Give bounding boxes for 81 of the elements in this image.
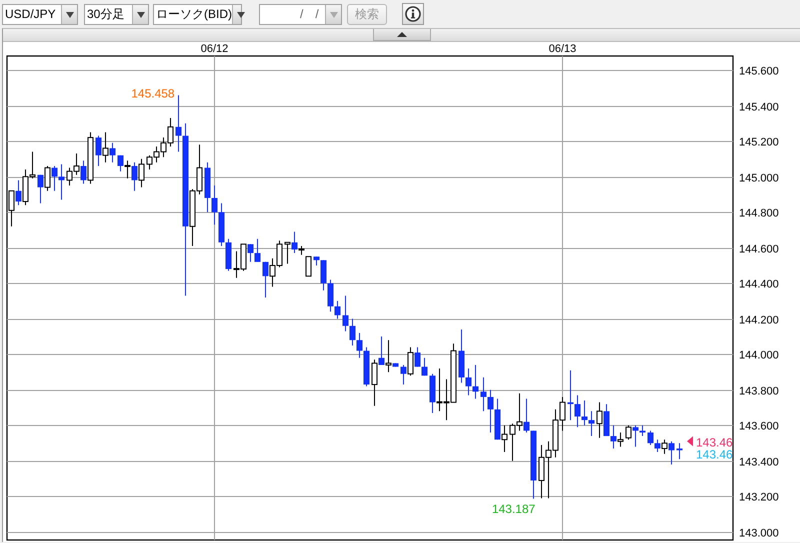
timeframe-select[interactable]: 30分足 [84,4,149,24]
date-axis-label: 06/13 [548,43,576,55]
price-axis-label: 145.000 [739,172,779,184]
candlestick [118,154,124,172]
candlestick [248,244,254,262]
candlestick [38,174,44,204]
candlestick [320,260,326,291]
current-price-label: 143.46 [696,435,733,450]
candlestick [488,389,494,434]
candlestick [632,424,638,448]
price-axis-label: 143.200 [739,492,779,504]
info-button[interactable] [402,3,424,25]
candlestick [328,279,334,312]
candlestick [582,400,588,426]
candlestick [596,402,602,438]
price-axis-label: 143.800 [739,386,779,398]
price-axis-label: 144.400 [739,278,779,290]
candlestick [124,160,130,179]
candlestick [626,424,632,440]
candlestick [96,135,102,166]
candlestick [648,430,654,446]
candlestick [132,162,138,192]
current-price-label: 143.46 [696,447,733,462]
date-axis-label: 06/12 [200,43,228,55]
caret-up-icon [397,32,407,37]
price-axis-label: 143.000 [739,528,779,540]
candlestick [654,439,660,453]
price-axis-label: 144.800 [739,208,779,220]
price-axis-label: 145.200 [739,136,779,148]
candlestick [414,346,420,368]
candlestick [524,398,530,434]
candlestick [386,340,392,373]
candlestick [610,424,616,449]
candlestick [334,300,340,320]
candlestick [212,185,218,226]
candlestick [58,164,64,200]
price-axis-label: 143.400 [739,456,779,468]
candlestick [292,231,298,254]
candlestick [662,439,668,454]
price-axis-label: 145.600 [739,66,779,78]
collapse-button[interactable] [373,29,431,41]
candlestick [480,376,486,412]
candlestick [372,359,378,406]
candlestick [378,336,384,366]
price-annotation: 143.187 [492,502,536,516]
candlestick [502,424,508,453]
candlestick [422,357,428,376]
candlestick [350,318,356,346]
candlestick [284,242,290,264]
candlestick [306,256,312,277]
candlestick [408,346,414,376]
candlestick [466,368,472,396]
price-annotation: 145.458 [131,86,175,100]
candlestick [342,295,348,332]
candlestick [588,410,594,437]
price-axis-label: 143.600 [739,420,779,432]
candlestick [8,190,14,227]
candlestick [356,332,362,358]
candlestick [102,132,108,163]
price-axis-label: 144.200 [739,314,779,326]
candlestick [44,165,50,192]
currency-pair-select[interactable]: USD/JPY [2,4,78,24]
candlestick [16,180,22,206]
candlestick [110,142,116,163]
candlestick [676,442,682,460]
candlestick [668,440,674,465]
candlestick [176,94,182,152]
candlestick [254,238,260,262]
candlestick [400,364,406,386]
price-axis-label: 144.000 [739,350,779,362]
candlestick [472,364,478,400]
candlestick [80,160,86,184]
candlestick [574,394,580,428]
candlestick [52,165,58,192]
chart-type-select[interactable]: ローソク(BID) [153,4,242,24]
candlestick [138,158,144,188]
candlestick [262,261,268,298]
price-axis-label: 144.600 [739,244,779,256]
candlestick [618,432,624,448]
candlestick [640,424,646,437]
price-axis-label: 145.400 [739,102,779,114]
